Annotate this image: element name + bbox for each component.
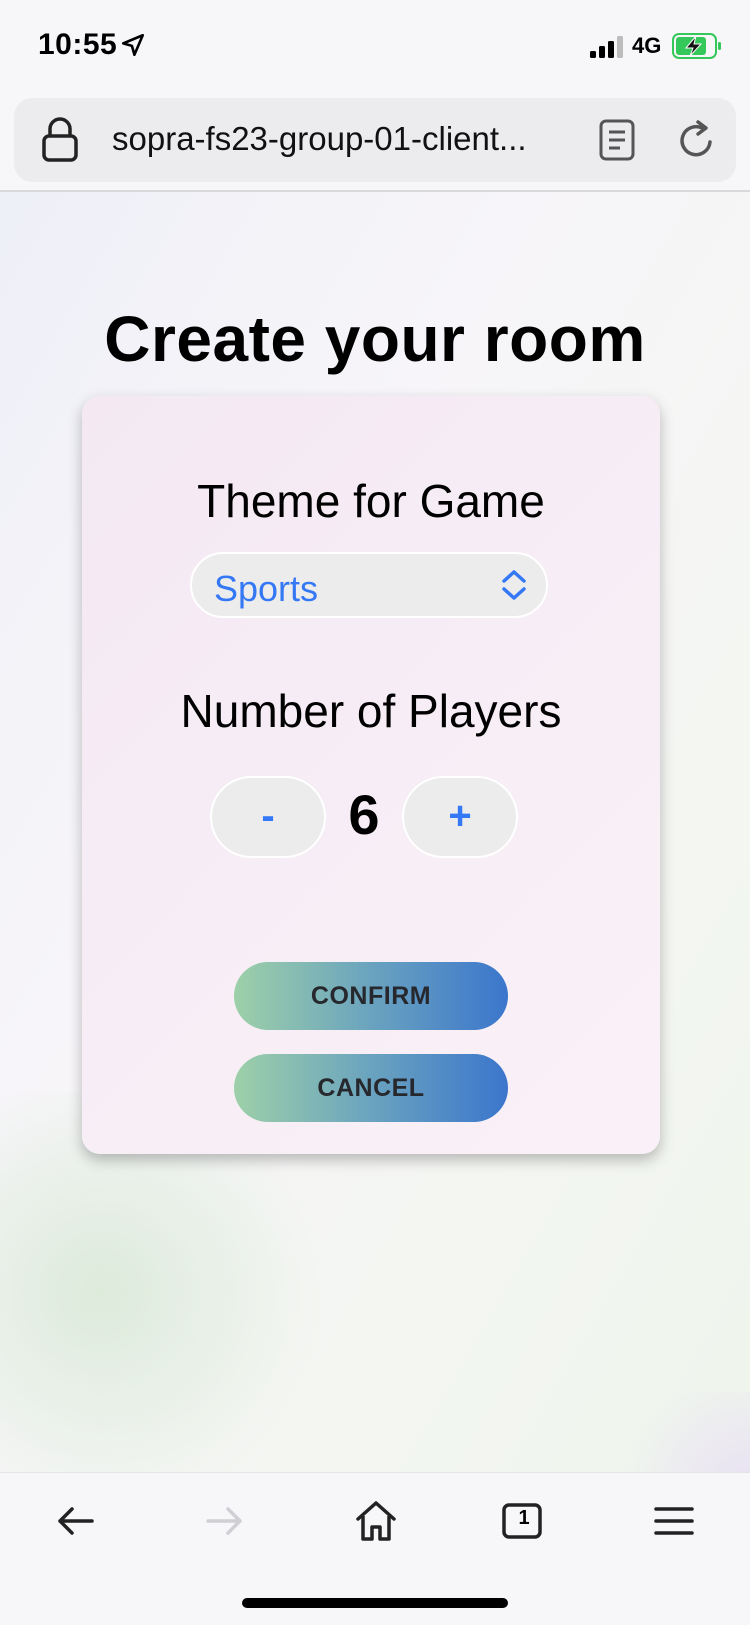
network-label: 4G	[632, 33, 662, 58]
address-bar[interactable]: sopra-fs23-group-01-client...	[14, 98, 736, 182]
create-room-card: Theme for Game Sports Number of Players …	[82, 396, 660, 1154]
players-label: Number of Players	[180, 685, 562, 737]
lock-icon	[42, 117, 78, 162]
location-arrow-icon	[121, 33, 145, 57]
player-count: 6	[348, 783, 380, 846]
status-bar: 10:55 4G	[0, 0, 750, 92]
forward-arrow-icon[interactable]	[200, 1497, 248, 1545]
theme-select[interactable]: Sports	[190, 552, 548, 618]
home-indicator	[242, 1598, 508, 1608]
confirm-button[interactable]: CONFIRM	[234, 962, 508, 1030]
cancel-button[interactable]: CANCEL	[234, 1054, 508, 1122]
reload-icon[interactable]	[674, 118, 718, 162]
status-time: 10:55	[38, 28, 118, 61]
back-arrow-icon[interactable]	[52, 1497, 100, 1545]
theme-select-value: Sports	[214, 568, 319, 609]
page-title: Create your room	[104, 303, 646, 375]
tabs-count: 1	[518, 1507, 530, 1529]
reader-icon[interactable]	[598, 118, 636, 162]
decrement-players-button[interactable]: -	[210, 776, 326, 858]
theme-label: Theme for Game	[197, 475, 545, 527]
signal-icon	[590, 36, 623, 58]
menu-icon[interactable]	[650, 1497, 698, 1545]
url-text[interactable]: sopra-fs23-group-01-client...	[112, 120, 582, 158]
home-icon[interactable]	[352, 1497, 400, 1545]
updown-chevron-icon	[502, 570, 526, 600]
increment-players-button[interactable]: +	[402, 776, 518, 858]
page-content: Create your room Theme for Game Sports N…	[0, 192, 750, 1472]
battery-charging-icon	[672, 33, 721, 59]
